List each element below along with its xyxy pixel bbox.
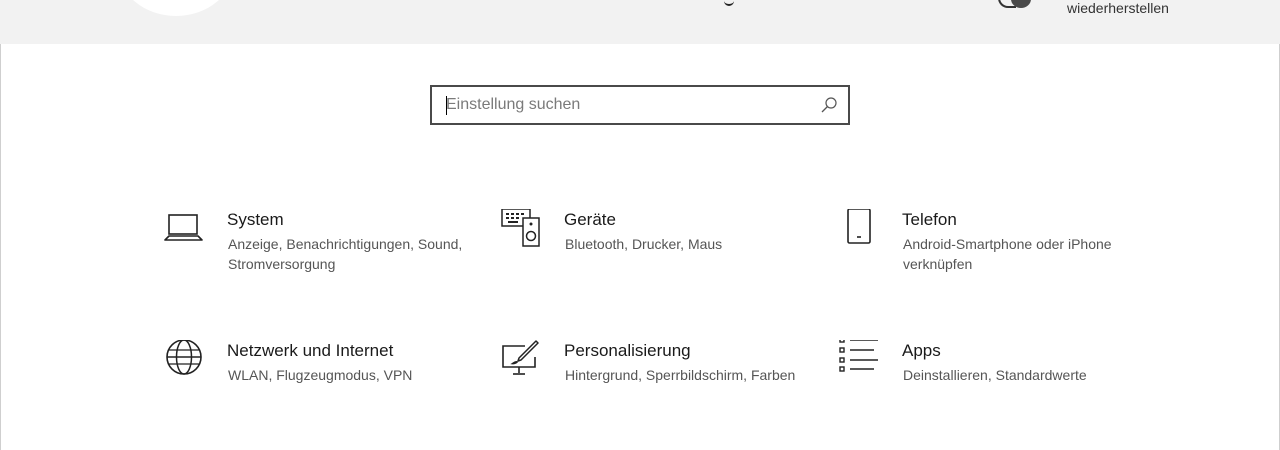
category-personalization[interactable]: Personalisierung Hintergrund, Sperrbilds… (501, 340, 801, 420)
search-box[interactable] (430, 85, 850, 125)
category-description: WLAN, Flugzeugmodus, VPN (228, 367, 413, 383)
category-system[interactable]: System Anzeige, Benachrichtigungen, Soun… (164, 209, 464, 289)
category-description: Deinstallieren, Standardwerte (903, 367, 1087, 383)
category-title: Telefon (902, 210, 957, 229)
category-title: Personalisierung (564, 341, 691, 360)
category-description: Anzeige, Benachrichtigungen, Sound, Stro… (228, 236, 463, 272)
search-icon (821, 97, 837, 113)
category-description: Bluetooth, Drucker, Maus (565, 236, 723, 252)
restore-link[interactable]: wiederherstellen (1067, 0, 1169, 16)
search-input[interactable] (446, 87, 816, 123)
category-title: System (227, 210, 284, 229)
category-phone[interactable]: Telefon Android-Smartphone oder iPhone v… (839, 209, 1139, 289)
phone-icon (847, 209, 871, 244)
text-cursor (446, 96, 447, 115)
category-title: Netzwerk und Internet (227, 341, 394, 360)
header-band: wiederherstellen (0, 0, 1280, 44)
laptop-icon (164, 214, 203, 241)
category-title: Geräte (564, 210, 616, 229)
devices-icon (501, 209, 540, 247)
category-title: Apps (902, 341, 941, 360)
category-apps[interactable]: Apps Deinstallieren, Standardwerte (839, 340, 1139, 420)
globe-icon (166, 340, 202, 375)
partial-glyph (724, 0, 734, 6)
avatar[interactable] (118, 0, 234, 16)
apps-list-icon (839, 340, 878, 372)
paint-monitor-icon (502, 340, 539, 375)
category-description: Android-Smartphone oder iPhone verknüpfe… (903, 236, 1112, 272)
category-description: Hintergrund, Sperrbildschirm, Farben (565, 367, 796, 383)
category-devices[interactable]: Geräte Bluetooth, Drucker, Maus (501, 209, 801, 289)
category-network[interactable]: Netzwerk und Internet WLAN, Flugzeugmodu… (164, 340, 464, 420)
